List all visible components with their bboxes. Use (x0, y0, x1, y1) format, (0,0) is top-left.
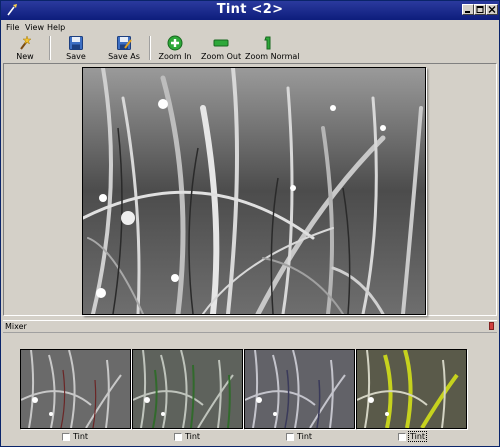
image-view[interactable] (3, 63, 497, 316)
maximize-button[interactable] (474, 4, 486, 15)
zoom-normal-label: Zoom Normal (245, 52, 300, 61)
tint-toggle-1[interactable]: Tint (62, 432, 88, 443)
mixer-thumbnail-2[interactable] (132, 349, 243, 429)
close-button[interactable] (486, 4, 498, 15)
tint-checkbox[interactable] (62, 432, 70, 441)
tint-checkbox[interactable] (398, 432, 406, 441)
pin-icon[interactable] (489, 322, 494, 330)
thumbnail-image (21, 350, 130, 428)
grass-photo (83, 68, 425, 314)
tint-label: Tint (297, 432, 313, 441)
save-as-label: Save As (108, 52, 140, 61)
toolbar-separator (49, 36, 51, 60)
main-image-preview (82, 67, 426, 315)
mixer-thumbnail-4[interactable] (356, 349, 467, 429)
toolbar: New Save Save As Zoom In Zoom Out Zoom N… (1, 35, 499, 61)
mixer-panel: Tint Tint Tint Tint (3, 333, 497, 445)
minimize-icon (465, 11, 470, 13)
tint-window: Tint <2> File View Help New Save Save As… (0, 0, 500, 447)
floppy-icon (69, 36, 83, 50)
zoom-in-icon (167, 35, 183, 51)
tint-checkbox[interactable] (286, 432, 294, 441)
menu-view[interactable]: View (25, 23, 44, 32)
close-icon (488, 6, 496, 13)
mixer-thumbnail-3[interactable] (244, 349, 355, 429)
minimize-button[interactable] (462, 4, 474, 15)
zoom-in-label: Zoom In (158, 52, 192, 61)
zoom-out-icon (213, 39, 229, 47)
mixer-label: Mixer (5, 322, 27, 331)
wand-icon (20, 35, 32, 50)
zoom-normal-button[interactable]: Zoom Normal (245, 35, 300, 61)
tint-checkbox[interactable] (174, 432, 182, 441)
menu-help[interactable]: Help (47, 23, 65, 32)
floppy-edit-icon (117, 36, 132, 50)
tint-label: Tint (73, 432, 89, 441)
zoom-in-button[interactable]: Zoom In (157, 35, 193, 61)
thumbnail-image (133, 350, 242, 428)
tint-toggle-4[interactable]: Tint (398, 431, 428, 443)
title-bar[interactable]: Tint <2> (1, 1, 499, 20)
tint-toggle-2[interactable]: Tint (174, 432, 200, 443)
window-title: Tint <2> (216, 2, 284, 17)
zoom-normal-icon (264, 36, 271, 50)
save-as-button[interactable]: Save As (105, 35, 143, 61)
toolbar-separator (149, 36, 151, 60)
zoom-out-label: Zoom Out (201, 52, 242, 61)
tint-toggle-3[interactable]: Tint (286, 432, 312, 443)
new-label: New (16, 52, 34, 61)
maximize-icon (476, 6, 484, 13)
tint-label: Tint (407, 431, 428, 442)
thumbnail-image (245, 350, 354, 428)
mixer-header: Mixer (3, 320, 497, 333)
tint-label: Tint (185, 432, 201, 441)
thumbnail-image (357, 350, 466, 428)
save-label: Save (66, 52, 86, 61)
mixer-thumbnail-1[interactable] (20, 349, 131, 429)
menu-file[interactable]: File (6, 23, 19, 32)
new-button[interactable]: New (9, 35, 41, 61)
menu-bar: File View Help (1, 21, 499, 34)
zoom-out-button[interactable]: Zoom Out (201, 35, 241, 61)
save-button[interactable]: Save (59, 35, 93, 61)
